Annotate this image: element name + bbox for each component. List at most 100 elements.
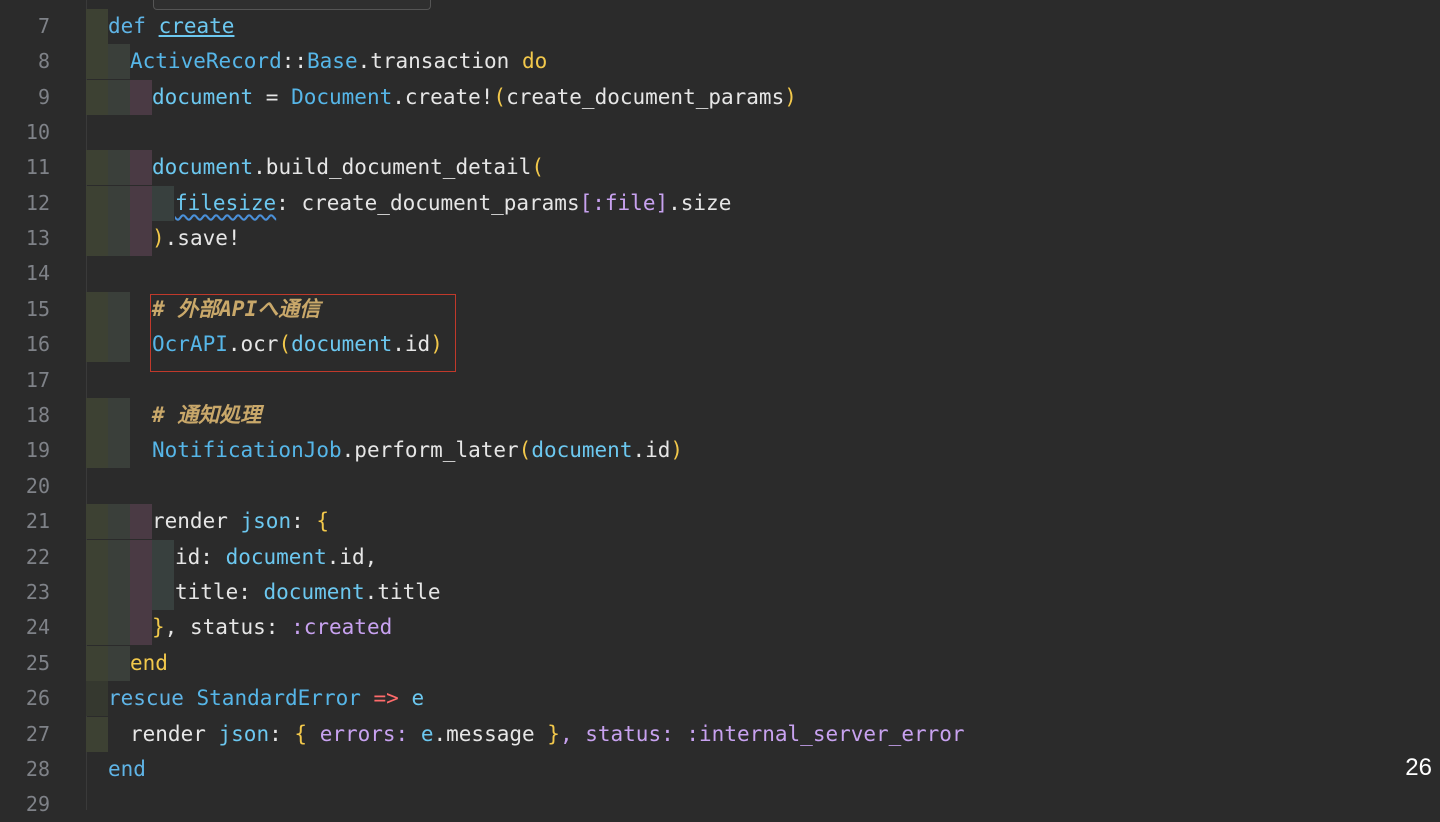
indent-guide: [130, 186, 152, 221]
line-number: 14: [25, 261, 50, 285]
indent-guide: [130, 575, 152, 610]
indent-guide: [108, 186, 130, 221]
line-number: 9: [37, 85, 50, 109]
indent-guide: [86, 221, 108, 256]
indent-guide: [86, 292, 108, 327]
code-text[interactable]: ).save!: [152, 221, 241, 256]
code-text[interactable]: document.build_document_detail(: [152, 150, 544, 185]
code-text[interactable]: render json: { errors: e.message }, stat…: [130, 717, 965, 752]
line-number: 29: [25, 792, 50, 816]
code-line: 23 title: document.title: [0, 575, 1380, 610]
indent-guide: [108, 398, 130, 433]
indent-guide: [108, 150, 130, 185]
code-line: 25 end: [0, 646, 1380, 681]
code-text[interactable]: end: [108, 752, 146, 787]
code-line: 26 rescue StandardError => e: [0, 681, 1380, 716]
code-line: 12 filesize: create_document_params[:fil…: [0, 186, 1380, 221]
indent-guide: [86, 433, 108, 468]
code-line: 27 render json: { errors: e.message }, s…: [0, 717, 1380, 752]
indent-guide: [86, 540, 108, 575]
slide-page-number: 26: [1405, 754, 1432, 781]
indent-guide: [108, 292, 130, 327]
line-number: 24: [25, 615, 50, 639]
code-line: 13 ).save!: [0, 221, 1380, 256]
indent-guide: [108, 327, 130, 362]
code-line: 18 # 通知処理: [0, 398, 1380, 433]
highlight-box: [150, 294, 456, 372]
code-comment[interactable]: # 通知処理: [152, 398, 261, 433]
indent-guide: [152, 540, 174, 575]
indent-guide: [108, 504, 130, 539]
code-text[interactable]: end: [130, 646, 168, 681]
line-number: 16: [25, 332, 50, 356]
indent-guide: [108, 80, 130, 115]
line-number: 19: [25, 438, 50, 462]
code-text[interactable]: document = Document.create!(create_docum…: [152, 80, 797, 115]
code-text[interactable]: title: document.title: [175, 575, 441, 610]
indent-guide: [108, 575, 130, 610]
indent-guide: [86, 186, 108, 221]
line-number: 7: [37, 14, 50, 38]
code-line: 14: [0, 256, 1380, 291]
indent-guide: [108, 221, 130, 256]
indent-guide: [108, 610, 130, 645]
indent-guide: [130, 504, 152, 539]
code-line: 9 document = Document.create!(create_doc…: [0, 80, 1380, 115]
code-text[interactable]: id: document.id,: [175, 540, 377, 575]
code-line: 29: [0, 787, 1380, 822]
code-text[interactable]: rescue StandardError => e: [108, 681, 424, 716]
line-number: 10: [25, 120, 50, 144]
line-number: 13: [25, 226, 50, 250]
code-line: 22 id: document.id,: [0, 540, 1380, 575]
line-number: 18: [25, 403, 50, 427]
code-text[interactable]: }, status: :created: [152, 610, 392, 645]
code-line: 11 document.build_document_detail(: [0, 150, 1380, 185]
code-text[interactable]: def create: [108, 9, 234, 44]
line-number: 17: [25, 368, 50, 392]
code-text[interactable]: NotificationJob.perform_later(document.i…: [152, 433, 683, 468]
line-number: 12: [25, 191, 50, 215]
line-number: 22: [25, 545, 50, 569]
line-number: 28: [25, 757, 50, 781]
code-line: 21 render json: {: [0, 504, 1380, 539]
indent-guide: [130, 221, 152, 256]
line-number: 11: [25, 155, 50, 179]
indent-guide: [108, 433, 130, 468]
indent-guide: [152, 575, 174, 610]
code-line: 28 end: [0, 752, 1380, 787]
indent-guide: [108, 44, 130, 79]
code-line: 20: [0, 469, 1380, 504]
indent-guide: [86, 44, 108, 79]
code-line: 8 ActiveRecord::Base.transaction do: [0, 44, 1380, 79]
code-line: 19 NotificationJob.perform_later(documen…: [0, 433, 1380, 468]
indent-guide: [86, 717, 108, 752]
indent-guide: [130, 80, 152, 115]
indent-guide: [86, 150, 108, 185]
code-line: 24 }, status: :created: [0, 610, 1380, 645]
indent-guide: [86, 575, 108, 610]
code-text[interactable]: filesize: create_document_params[:file].…: [175, 186, 731, 221]
indent-guide: [86, 9, 108, 44]
line-number: 23: [25, 580, 50, 604]
code-text[interactable]: ActiveRecord::Base.transaction do: [130, 44, 547, 79]
line-number: 15: [25, 297, 50, 321]
indent-guide: [86, 504, 108, 539]
indent-guide: [86, 398, 108, 433]
code-line: 10: [0, 115, 1380, 150]
indent-guide: [86, 80, 108, 115]
indent-guide: [130, 540, 152, 575]
indent-guide: [108, 540, 130, 575]
indent-guide: [86, 610, 108, 645]
line-number: 8: [37, 49, 50, 73]
indent-guide: [108, 646, 130, 681]
indent-guide: [130, 610, 152, 645]
indent-guide: [86, 327, 108, 362]
code-text[interactable]: render json: {: [152, 504, 329, 539]
line-number: 21: [25, 509, 50, 533]
code-line: 7 def create: [0, 9, 1380, 44]
indent-guide: [86, 681, 108, 716]
line-number: 27: [25, 722, 50, 746]
indent-guide: [86, 646, 108, 681]
line-number: 26: [25, 686, 50, 710]
indent-guide: [152, 186, 174, 221]
